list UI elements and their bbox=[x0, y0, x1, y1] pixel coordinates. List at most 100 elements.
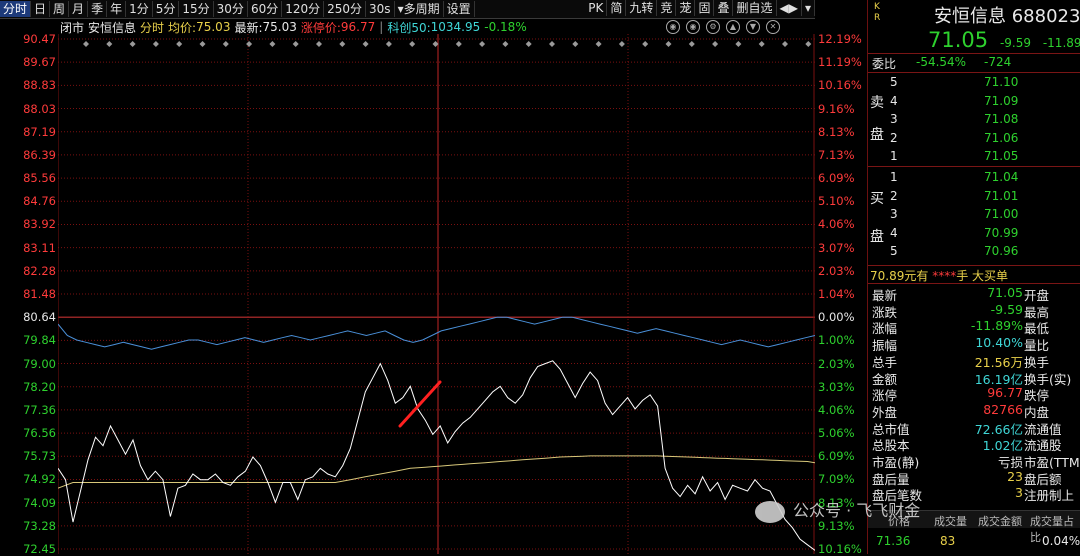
stat-key-2: 注册制上 bbox=[1024, 488, 1075, 504]
event-marker bbox=[176, 41, 183, 47]
price-axis: 90.47 89.67 88.83 88.03 87.19 86.39 85.56 84.76… bbox=[0, 33, 58, 556]
sell-level-row[interactable]: 2 71.06 bbox=[868, 131, 1018, 147]
price-tick: 74.09 bbox=[23, 495, 56, 510]
tab-quarter[interactable]: 季 bbox=[88, 1, 108, 17]
event-marker bbox=[83, 41, 89, 47]
tab-day[interactable]: 日 bbox=[31, 1, 51, 17]
event-marker bbox=[549, 41, 555, 47]
tab-5min[interactable]: 5分 bbox=[153, 1, 180, 17]
level-number: 4 bbox=[890, 93, 898, 108]
price-tick: 73.28 bbox=[23, 518, 56, 533]
pk-button[interactable]: PK bbox=[585, 0, 608, 16]
percent-tick: 11.19% bbox=[818, 55, 862, 70]
last-label: 最新: bbox=[234, 20, 263, 35]
sell-level-row[interactable]: 1 71.05 bbox=[868, 149, 1018, 165]
stat-value: 71.05 bbox=[987, 285, 1023, 300]
buy-level-row[interactable]: 4 70.99 bbox=[868, 226, 1018, 242]
price-tick: 80.64 bbox=[23, 310, 56, 325]
last-value: 75.03 bbox=[262, 20, 297, 34]
price-tick: 87.19 bbox=[23, 124, 56, 139]
remove-watchlist-button[interactable]: 删自选 bbox=[733, 0, 777, 16]
tab-120min[interactable]: 120分 bbox=[282, 1, 325, 17]
percent-tick: 6.09% bbox=[818, 171, 855, 186]
percent-tick: 4.06% bbox=[818, 402, 855, 417]
buy-level-row[interactable]: 3 71.00 bbox=[868, 207, 1018, 223]
annotation-stroke bbox=[398, 380, 442, 428]
play-icon[interactable]: ◀▶ bbox=[777, 0, 802, 16]
event-marker bbox=[246, 41, 253, 47]
intraday-chart[interactable] bbox=[58, 34, 815, 554]
stat-row: 外盘 82766 内盘 bbox=[872, 402, 1080, 420]
stat-value: 10.40% bbox=[975, 335, 1023, 351]
price-tick: 77.36 bbox=[23, 402, 56, 417]
level-price: 71.05 bbox=[984, 149, 1019, 163]
big-order-notice: 70.89元有 ****手 大买单 bbox=[870, 269, 1009, 283]
stat-row: 金额 16.19亿 换手(实) bbox=[872, 369, 1080, 387]
index-label: 科创50: bbox=[387, 20, 431, 35]
percent-tick: 8.13% bbox=[818, 124, 855, 139]
event-marker bbox=[502, 41, 509, 47]
sell-level-row[interactable]: 5 71.10 bbox=[868, 75, 1018, 91]
jing-button[interactable]: 竞 bbox=[657, 0, 677, 16]
up-icon[interactable]: ▲ bbox=[726, 20, 740, 34]
buy-level-row[interactable]: 2 71.01 bbox=[868, 189, 1018, 205]
simple-button[interactable]: 简 bbox=[607, 0, 627, 16]
tab-30min[interactable]: 30分 bbox=[214, 1, 248, 17]
buy-level-row[interactable]: 1 71.04 bbox=[868, 170, 1018, 186]
stat-row: 总市值 72.66亿 流通值 bbox=[872, 419, 1080, 437]
level-price: 70.96 bbox=[984, 244, 1019, 258]
event-marker bbox=[409, 41, 416, 47]
down-icon[interactable]: ▼ bbox=[746, 20, 760, 34]
tab-week[interactable]: 周 bbox=[50, 1, 70, 17]
percent-tick: 7.13% bbox=[818, 147, 855, 162]
tab-60min[interactable]: 60分 bbox=[248, 1, 283, 17]
overlay-button[interactable]: 叠 bbox=[714, 0, 734, 16]
sell-level-row[interactable]: 3 71.08 bbox=[868, 112, 1018, 128]
price-tick: 83.11 bbox=[23, 240, 56, 255]
tab-30s[interactable]: 30s bbox=[366, 1, 395, 17]
price-tick: 81.48 bbox=[23, 287, 56, 301]
close-icon[interactable]: ✕ bbox=[766, 20, 780, 34]
multi-period-dropdown[interactable]: ▾多周期 bbox=[395, 1, 444, 17]
tab-year[interactable]: 年 bbox=[107, 1, 127, 17]
level-number: 5 bbox=[890, 244, 898, 258]
event-marker bbox=[479, 41, 486, 47]
stat-row: 涨跌 -9.59 最高 bbox=[872, 302, 1080, 320]
tab-15min[interactable]: 15分 bbox=[179, 1, 214, 17]
tab-month[interactable]: 月 bbox=[69, 1, 89, 17]
percent-tick: 1.00% bbox=[818, 333, 855, 348]
stat-value: 3 bbox=[1015, 485, 1023, 501]
event-marker bbox=[269, 41, 276, 47]
event-marker bbox=[129, 41, 136, 47]
level-number: 3 bbox=[890, 207, 898, 221]
chevron-down-icon[interactable]: ▾ bbox=[802, 0, 815, 16]
percent-tick: 3.07% bbox=[818, 240, 855, 255]
event-marker bbox=[152, 41, 159, 47]
sell-level-row[interactable]: 4 71.09 bbox=[868, 94, 1018, 110]
price-tick: 72.45 bbox=[23, 542, 56, 556]
price-tick: 76.56 bbox=[23, 426, 56, 441]
long-button[interactable]: 茏 bbox=[676, 0, 696, 16]
pin-button[interactable]: 固 bbox=[695, 0, 715, 16]
stat-value: 96.77 bbox=[987, 385, 1023, 401]
settings-icon[interactable]: ⚙ bbox=[706, 20, 720, 34]
jiuzhuan-button[interactable]: 九转 bbox=[626, 0, 658, 16]
tab-1min[interactable]: 1分 bbox=[126, 1, 153, 17]
settings-button[interactable]: 设置 bbox=[444, 1, 475, 17]
divider bbox=[868, 283, 1080, 284]
eye-icon[interactable]: ◉ bbox=[666, 20, 680, 34]
level-number: 4 bbox=[890, 225, 898, 240]
eye-icon-2[interactable]: ◉ bbox=[686, 20, 700, 34]
event-marker bbox=[525, 41, 532, 47]
tab-fenshi[interactable]: 分时 bbox=[0, 1, 32, 17]
event-marker bbox=[805, 41, 812, 47]
event-marker bbox=[642, 41, 649, 47]
stat-row: 总股本 1.02亿 流通股 bbox=[872, 435, 1080, 453]
level-number: 3 bbox=[890, 112, 898, 126]
event-marker bbox=[688, 41, 695, 47]
tab-250min[interactable]: 250分 bbox=[324, 1, 367, 17]
stat-value: 23 bbox=[1007, 468, 1023, 484]
buy-level-row[interactable]: 5 70.96 bbox=[868, 244, 1018, 260]
price-row: 71.05 -9.59 -11.89% bbox=[928, 28, 1080, 52]
level-number: 5 bbox=[890, 75, 898, 89]
